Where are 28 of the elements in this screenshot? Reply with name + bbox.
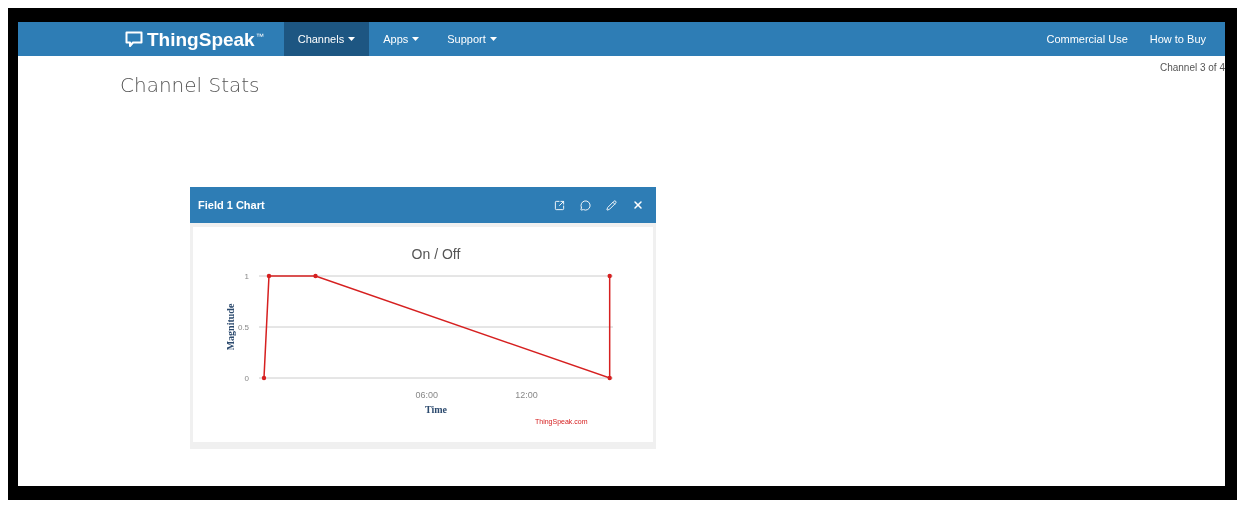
- logo-text[interactable]: ThingSpeak: [147, 29, 255, 49]
- comment-icon[interactable]: [580, 199, 591, 211]
- data-point: [607, 375, 612, 381]
- data-point: [313, 273, 318, 279]
- y-tick-label: 1: [244, 272, 249, 281]
- x-tick-label: 12:00: [515, 390, 538, 400]
- data-point: [261, 375, 267, 381]
- speech-bubble-icon: [125, 30, 143, 48]
- external-link-icon[interactable]: [554, 199, 565, 211]
- chart-title: On / Off: [411, 246, 461, 262]
- page-title: Channel Stats: [120, 75, 261, 95]
- close-icon[interactable]: [632, 199, 644, 211]
- nav-menu[interactable]: Support: [433, 22, 511, 56]
- x-tick-label: 06:00: [415, 390, 439, 400]
- trademark-mark: ™: [255, 31, 264, 43]
- nav-menu[interactable]: Channels: [283, 22, 370, 56]
- nav-link[interactable]: How to Buy: [1138, 22, 1217, 56]
- nav-link[interactable]: Commercial Use: [1035, 22, 1139, 56]
- pencil-icon[interactable]: [606, 199, 617, 211]
- card-title: Field 1 Chart: [198, 197, 266, 213]
- data-point: [266, 273, 272, 279]
- data-point: [607, 273, 612, 279]
- channel-counter: Channel 3 of 4: [1159, 61, 1225, 75]
- x-axis-title: Time: [425, 404, 447, 415]
- nav-menu[interactable]: Apps: [369, 22, 434, 56]
- y-tick-label: 0: [244, 374, 249, 383]
- y-axis-title: Magnitude: [225, 303, 236, 351]
- y-tick-label: 0.5: [237, 323, 249, 332]
